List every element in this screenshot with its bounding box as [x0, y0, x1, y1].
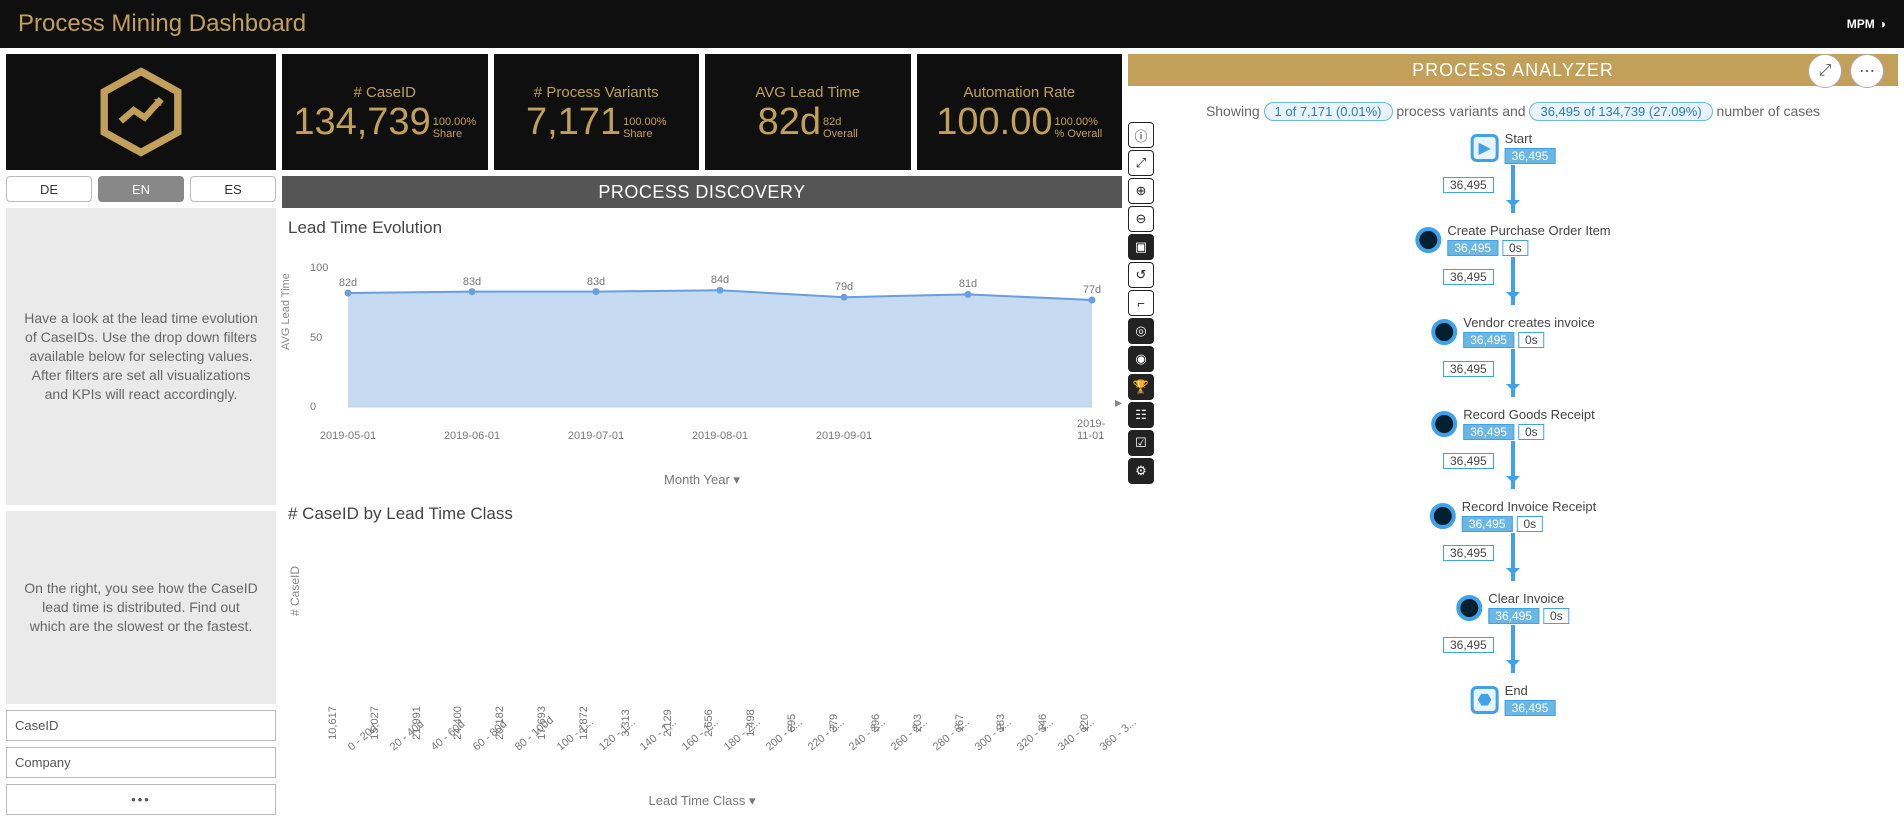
- lang-de[interactable]: DE: [6, 176, 92, 202]
- filter-more[interactable]: •••: [6, 784, 276, 815]
- kpi-card-1: # Process Variants 7,171 100.00%Share: [494, 54, 700, 170]
- flow-step-1[interactable]: Create Purchase Order Item36,4950s: [1415, 223, 1610, 256]
- filter-company[interactable]: Company: [6, 747, 276, 778]
- page-title: Process Mining Dashboard: [18, 10, 306, 38]
- flow-step-2[interactable]: Vendor creates invoice36,4950s: [1431, 315, 1595, 348]
- lang-es[interactable]: ES: [190, 176, 276, 202]
- discovery-header: PROCESS DISCOVERY: [282, 176, 1122, 208]
- process-flow[interactable]: ▶ Start36,495 36,495 Create Purchase Ord…: [1383, 131, 1643, 771]
- bar-chart[interactable]: 10,617 0 - 20d 15,027 20 - 40d 21,991 40…: [326, 532, 1116, 737]
- hex-chart-icon: [95, 66, 187, 158]
- flow-step-4[interactable]: Record Invoice Receipt36,4950s: [1430, 499, 1596, 532]
- select-icon[interactable]: ⌐: [1128, 290, 1154, 316]
- area-footer[interactable]: Month Year: [282, 470, 1122, 494]
- gear-icon[interactable]: ⚙: [1128, 458, 1154, 484]
- trophy-icon[interactable]: 🏆: [1128, 374, 1154, 400]
- kpi-card-2: AVG Lead Time 82d 82dOverall: [705, 54, 911, 170]
- node2-icon[interactable]: ◉: [1128, 346, 1154, 372]
- info-text-1: Have a look at the lead time evolution o…: [6, 208, 276, 505]
- check-icon[interactable]: ☑: [1128, 430, 1154, 456]
- node1-icon[interactable]: ◎: [1128, 318, 1154, 344]
- cases-pill[interactable]: 36,495 of 134,739 (27.09%): [1529, 102, 1712, 121]
- bar-ylabel: # CaseID: [288, 566, 302, 616]
- flow-step-6[interactable]: ⬣ End36,495: [1471, 683, 1556, 716]
- zoom-in-icon[interactable]: ⊕: [1128, 178, 1154, 204]
- chart-title-leadtime: Lead Time Evolution: [282, 214, 1122, 240]
- more-options-button[interactable]: ⋯: [1850, 54, 1884, 88]
- expand-icon[interactable]: ⤢: [1128, 150, 1154, 176]
- side-expand-icon[interactable]: ▸: [1115, 394, 1122, 411]
- title-bar: Process Mining Dashboard MPM◑: [0, 0, 1904, 48]
- fit-icon[interactable]: ▣: [1128, 234, 1154, 260]
- logo-card: [6, 54, 276, 170]
- info-icon[interactable]: ⓘ: [1128, 122, 1154, 148]
- focus-mode-button[interactable]: ⤢: [1808, 54, 1842, 88]
- reset-icon[interactable]: ↺: [1128, 262, 1154, 288]
- lang-en[interactable]: EN: [98, 176, 184, 202]
- kpi-card-0: # CaseID 134,739 100.00%Share: [282, 54, 488, 170]
- flow-step-5[interactable]: Clear Invoice36,4950s: [1456, 591, 1569, 624]
- chart-title-bars: # CaseID by Lead Time Class: [282, 500, 1122, 526]
- analyzer-summary: Showing 1 of 7,171 (0.01%) process varia…: [1128, 86, 1898, 127]
- filter-caseid[interactable]: CaseID: [6, 710, 276, 741]
- flow-step-3[interactable]: Record Goods Receipt36,4950s: [1431, 407, 1595, 440]
- variant-pill[interactable]: 1 of 7,171 (0.01%): [1264, 102, 1393, 121]
- kpi-card-3: Automation Rate 100.00 100.00%% Overall: [917, 54, 1123, 170]
- analyzer-header: PROCESS ANALYZER: [1128, 54, 1898, 86]
- bar-footer[interactable]: Lead Time Class: [282, 791, 1122, 815]
- brand-logo: MPM◑: [1847, 17, 1886, 31]
- info-text-2: On the right, you see how the CaseID lea…: [6, 511, 276, 704]
- flow-step-0[interactable]: ▶ Start36,495: [1471, 131, 1556, 164]
- stats-icon[interactable]: ☷: [1128, 402, 1154, 428]
- zoom-out-icon[interactable]: ⊖: [1128, 206, 1154, 232]
- language-tabs: DE EN ES: [6, 176, 276, 202]
- area-ylabel: AVG Lead Time: [280, 273, 292, 350]
